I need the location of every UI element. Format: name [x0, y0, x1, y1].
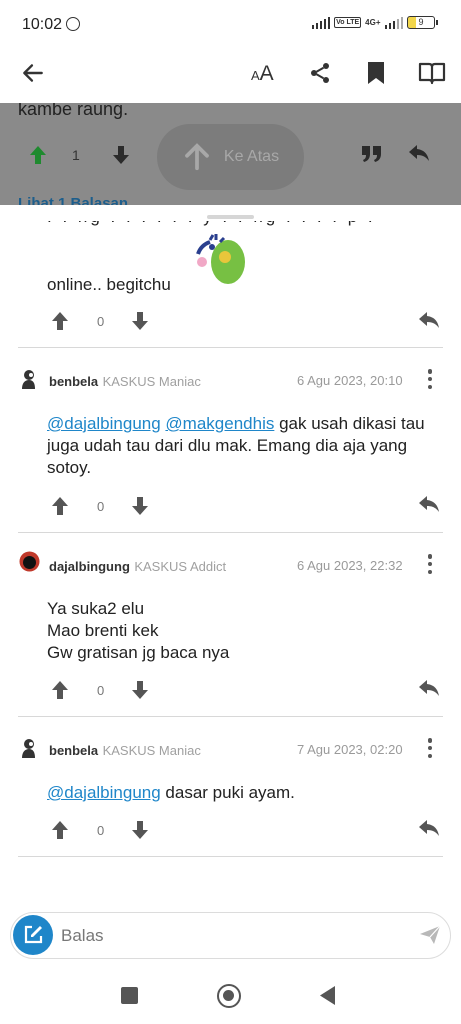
- arrow-left-icon[interactable]: [20, 60, 46, 86]
- user-rank: KASKUS Addict: [134, 559, 227, 574]
- more-options-icon[interactable]: [427, 369, 433, 389]
- comment-line: Gw gratisan jg baca nya: [47, 643, 230, 662]
- vote-count: 0: [97, 314, 105, 329]
- divider: [18, 716, 443, 717]
- battery-icon: 9: [407, 16, 438, 29]
- comment-line: Ya suka2 elu: [47, 599, 145, 618]
- edit-icon: [24, 925, 43, 944]
- mention-link[interactable]: @dajalbingung: [47, 414, 161, 433]
- upvote-icon[interactable]: [50, 820, 70, 840]
- downvote-icon[interactable]: [130, 680, 150, 700]
- user-rank: KASKUS Maniac: [102, 743, 201, 758]
- username[interactable]: benbela: [49, 743, 98, 758]
- vote-count: 0: [97, 823, 105, 838]
- status-time: 10:02: [22, 16, 63, 33]
- frog-emoticon-sticker: [196, 234, 245, 284]
- arrow-up-icon: [185, 143, 209, 171]
- bookmark-icon[interactable]: [365, 60, 387, 86]
- comment-date: 6 Agu 2023, 20:10: [297, 373, 403, 388]
- volte-badge: Vo LTE: [334, 17, 362, 28]
- signal-icon-2: [384, 16, 403, 29]
- comment-date: 7 Agu 2023, 02:20: [297, 742, 403, 757]
- send-icon[interactable]: [419, 925, 441, 945]
- upvote-icon[interactable]: [50, 680, 70, 700]
- reply-icon[interactable]: [418, 818, 440, 838]
- whatsapp-notification-icon: [66, 17, 80, 31]
- comment-text: @dajalbingung dasar puki ayam.: [47, 782, 295, 804]
- avatar[interactable]: [19, 551, 40, 572]
- quote-icon[interactable]: [361, 145, 383, 163]
- mention-link[interactable]: @makgendhis: [165, 414, 274, 433]
- more-options-icon[interactable]: [427, 554, 433, 574]
- comment-body: dasar puki ayam.: [160, 783, 295, 802]
- battery-level: 9: [418, 17, 424, 27]
- upvote-icon[interactable]: [50, 311, 70, 331]
- share-icon[interactable]: [308, 61, 332, 85]
- comment-line: Mao brenti kek: [47, 621, 159, 640]
- downvote-icon[interactable]: [130, 496, 150, 516]
- downvote-icon[interactable]: [130, 820, 150, 840]
- reply-icon[interactable]: [418, 678, 440, 698]
- background-post-text: kambe raung.: [18, 103, 129, 119]
- reply-icon[interactable]: [408, 143, 430, 163]
- avatar[interactable]: [20, 369, 37, 389]
- vote-count: 0: [97, 499, 105, 514]
- comment-author-line: dajalbingung KASKUS Addict: [49, 558, 226, 576]
- scroll-to-top-button[interactable]: Ke Atas: [157, 124, 304, 190]
- comment-date: 6 Agu 2023, 22:32: [297, 558, 403, 573]
- scroll-to-top-label: Ke Atas: [223, 148, 280, 165]
- reply-icon[interactable]: [418, 494, 440, 514]
- downvote-icon[interactable]: [111, 145, 131, 165]
- username[interactable]: benbela: [49, 374, 98, 389]
- open-book-icon[interactable]: [418, 60, 446, 86]
- user-rank: KASKUS Maniac: [102, 374, 201, 389]
- avatar[interactable]: [20, 738, 37, 758]
- comment-text: @dajalbingung @makgendhis gak usah dikas…: [47, 413, 437, 479]
- mention-link[interactable]: @dajalbingung: [47, 783, 161, 802]
- home-icon[interactable]: [217, 984, 241, 1008]
- vote-count: 0: [97, 683, 105, 698]
- recent-apps-icon[interactable]: [121, 987, 138, 1004]
- upvote-icon[interactable]: [50, 496, 70, 516]
- status-indicators: Vo LTE 4G+ 9: [311, 16, 438, 29]
- divider: [18, 856, 443, 857]
- divider: [18, 347, 443, 348]
- back-nav-icon[interactable]: [318, 985, 336, 1006]
- username[interactable]: dajalbingung: [49, 559, 130, 574]
- font-size-icon: A: [251, 68, 260, 83]
- signal-icon: [311, 16, 331, 29]
- upvote-active-icon[interactable]: [28, 145, 48, 165]
- app-toolbar: [0, 50, 461, 102]
- more-options-icon[interactable]: [427, 738, 433, 758]
- network-type: 4G+: [365, 18, 381, 27]
- comment-author-line: benbela KASKUS Maniac: [49, 742, 201, 760]
- background-vote-count: 1: [72, 147, 80, 163]
- reply-input-placeholder[interactable]: Balas: [61, 926, 104, 946]
- comment-author-line: benbela KASKUS Maniac: [49, 373, 201, 391]
- reply-icon[interactable]: [418, 310, 440, 330]
- font-size-button[interactable]: AA: [251, 62, 274, 86]
- compose-button[interactable]: [13, 915, 53, 955]
- sheet-drag-handle[interactable]: [207, 215, 254, 219]
- comment-text: Ya suka2 elu Mao brenti kek Gw gratisan …: [47, 598, 229, 664]
- divider: [18, 532, 443, 533]
- comment-text: online.. begitchu: [47, 275, 171, 294]
- downvote-icon[interactable]: [130, 311, 150, 331]
